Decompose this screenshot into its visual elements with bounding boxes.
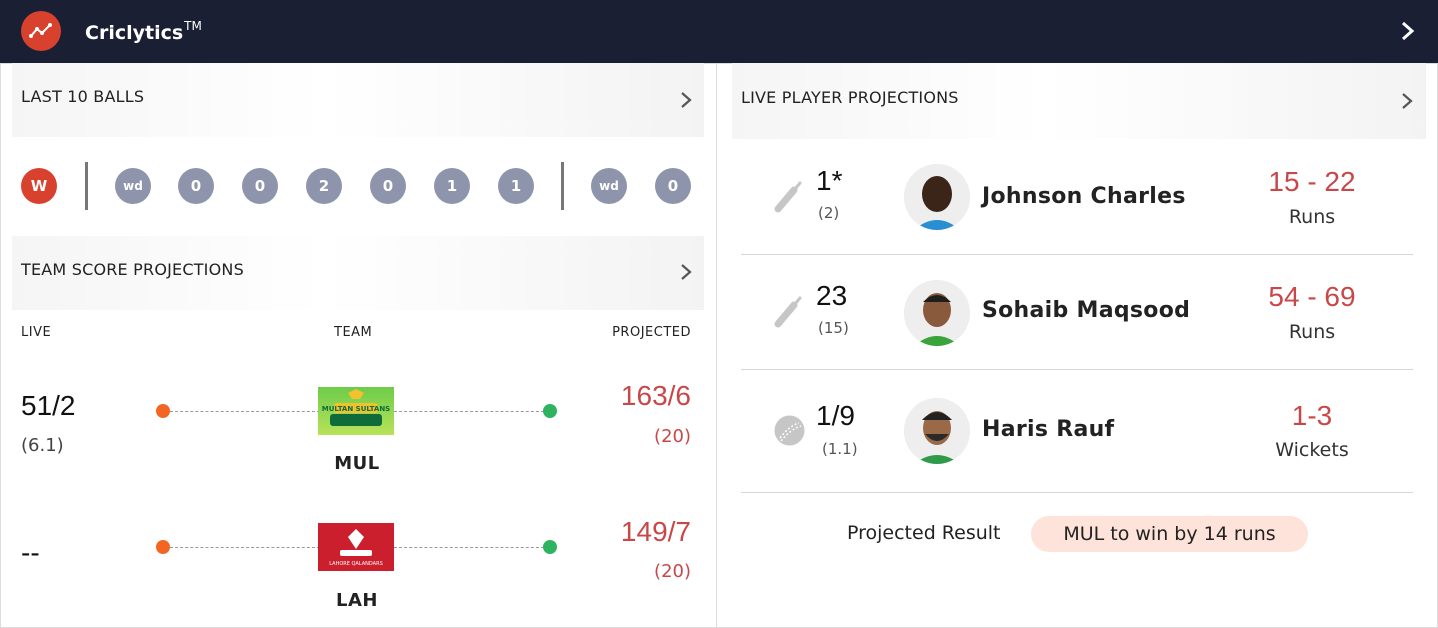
progress-line [394, 547, 544, 548]
col-projected: PROJECTED [612, 325, 691, 340]
progress-line [170, 547, 320, 548]
team-2-code: LAH [336, 590, 378, 611]
bat-icon [774, 296, 802, 328]
team-1-projected-overs: (20) [654, 426, 691, 447]
expand-chevron-icon[interactable] [1398, 20, 1418, 42]
ball-1: W [21, 168, 57, 204]
projected-result-label: Projected Result [847, 522, 1001, 544]
player-2-name: Sohaib Maqsood [982, 298, 1191, 323]
player-2-unit: Runs [1288, 321, 1336, 343]
ball-8: 1 [498, 168, 534, 204]
panel-divider [716, 63, 717, 628]
projected-result-badge: MUL to win by 14 runs [1031, 516, 1308, 552]
progress-line [170, 411, 320, 412]
over-separator [561, 162, 564, 210]
ball-3: 0 [178, 168, 214, 204]
app-header: CriclyticsTM [0, 0, 1438, 63]
player-2-stat-sub: (15) [818, 319, 849, 337]
ball-2: wd [115, 168, 151, 204]
ball-4: 0 [242, 168, 278, 204]
team-projections-chevron-icon[interactable] [679, 263, 693, 281]
player-projections-title: LIVE PLAYER PROJECTIONS [741, 88, 959, 107]
flag-label-lahore: LAHORE QALANDARS [329, 561, 383, 567]
player-1-stat: 1* [816, 165, 843, 196]
projected-dot [543, 404, 557, 418]
player-3-unit: Wickets [1275, 439, 1349, 461]
team-2-projected-overs: (20) [654, 561, 691, 582]
player-3-stat: 1/9 [816, 400, 855, 431]
trademark: TM [184, 19, 202, 33]
multan-sultans-flag: MULTAN SULTANS [318, 387, 394, 435]
player-1-range: 15 - 22 [1268, 166, 1356, 197]
last-balls-title: LAST 10 BALLS [21, 87, 145, 106]
ball-10: 0 [655, 168, 691, 204]
team-1-live-overs: (6.1) [21, 435, 64, 456]
player-avatar [904, 398, 970, 464]
progress-line [394, 411, 544, 412]
app-name: Criclytics [85, 22, 184, 44]
ball-5: 2 [306, 168, 342, 204]
lahore-qalandars-flag: LAHORE QALANDARS [318, 523, 394, 571]
ball-9: wd [591, 168, 627, 204]
player-3-name: Haris Rauf [982, 417, 1115, 442]
row-divider [741, 492, 1413, 493]
player-2-range: 54 - 69 [1268, 281, 1356, 312]
last-balls-chevron-icon[interactable] [679, 91, 693, 109]
ball-6: 0 [370, 168, 406, 204]
player-projections-chevron-icon[interactable] [1400, 92, 1414, 110]
col-live: LIVE [21, 325, 52, 340]
col-team: TEAM [334, 325, 373, 340]
player-avatar [904, 164, 970, 230]
player-3-stat-sub: (1.1) [822, 440, 858, 458]
over-separator [85, 162, 88, 210]
player-avatar [904, 280, 970, 346]
bat-icon [774, 181, 802, 213]
live-dot [156, 404, 170, 418]
live-dot [156, 540, 170, 554]
flag-label-multan: MULTAN SULTANS [322, 405, 390, 413]
team-2-live-score: -- [21, 537, 40, 568]
player-2-stat: 23 [816, 280, 848, 311]
team-1-projected-score: 163/6 [620, 380, 691, 411]
team-2-projected-score: 149/7 [620, 516, 691, 547]
player-1-name: Johnson Charles [982, 184, 1186, 209]
ball-icon [774, 415, 805, 446]
trend-logo-icon [21, 11, 61, 51]
projected-dot [543, 540, 557, 554]
ball-7: 1 [434, 168, 470, 204]
player-3-range: 1-3 [1291, 400, 1333, 431]
player-1-stat-sub: (2) [818, 204, 840, 222]
app-title: CriclyticsTM [85, 19, 202, 44]
player-1-unit: Runs [1288, 206, 1336, 228]
team-1-live-score: 51/2 [21, 390, 76, 421]
team-1-code: MUL [334, 453, 380, 474]
team-projections-title: TEAM SCORE PROJECTIONS [21, 260, 244, 279]
